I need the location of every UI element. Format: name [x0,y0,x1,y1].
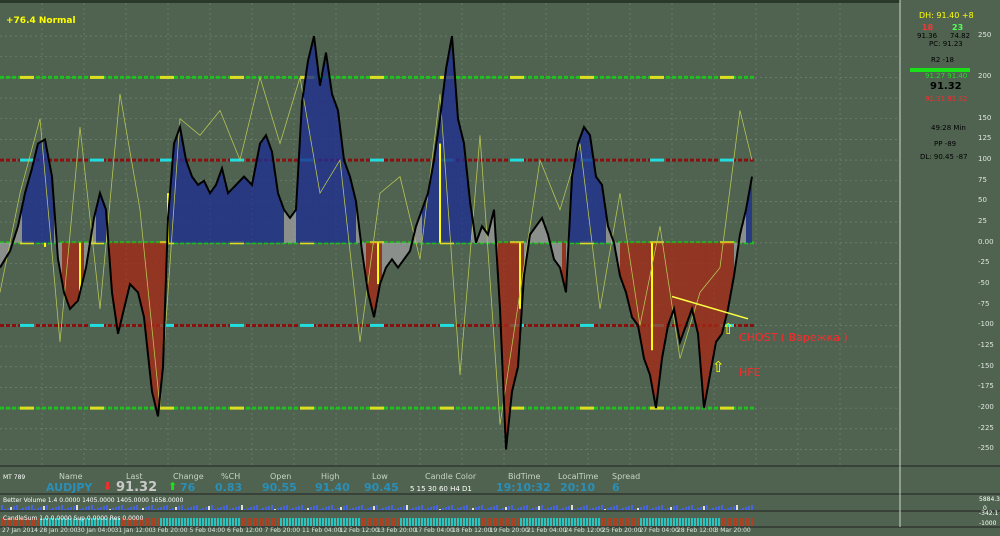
y-tick-label: -150 [978,361,994,370]
y-tick-label: -75 [978,299,990,308]
y-tick-label: 125 [978,134,992,143]
bidtime-value: 19:10:32 [496,481,551,494]
low-value-watch: 90.45 [364,481,399,494]
y-tick-label: 25 [978,217,987,226]
sub2-tick-top: -342.1 [979,510,999,517]
x-tick-label: 3 Mar 20:00 [714,527,751,534]
sub1-label: Better Volume 1.4 0.0000 1405.0000 1405.… [3,497,184,504]
r2-label: R2 -18 [931,56,954,64]
x-tick-label: 3 Feb 20:00 [152,527,188,534]
col-change: Change [173,472,204,481]
chart-canvas [0,0,1000,528]
sub2-tick-bottom: -1000 [979,520,997,527]
y-tick-label: -225 [978,423,994,432]
x-tick-label: 13 Feb 20:00 [377,527,417,534]
x-tick-label: 21 Feb 04:00 [527,527,567,534]
mt-label: MT 789 [3,474,26,481]
candle-timeframes: 5 15 30 60 H4 D1 [410,485,472,493]
x-tick-label: 25 Feb 20:00 [602,527,642,534]
price-label: 91.32 [930,81,962,92]
col-candle: Candle Color [425,472,477,481]
y-tick-label: -175 [978,382,994,391]
high-value-watch: 91.40 [315,481,350,494]
open-value: 90.55 [262,481,297,494]
x-tick-label: 27 Feb 04:00 [639,527,679,534]
x-tick-label: 12 Feb 12:00 [339,527,379,534]
chost-annotation: CHOST ( Варежка ) [739,331,848,344]
x-tick-label: 6 Feb 12:00 [227,527,263,534]
change-value: 76 [180,481,196,494]
x-tick-label: 28 Jan 20:00 [39,527,78,534]
y-tick-label: -100 [978,320,994,329]
x-tick-label: 5 Feb 04:00 [189,527,226,534]
pc-label: PC: 91.23 [929,40,963,48]
y-tick-label: -50 [978,279,990,288]
chart-window: +76.4 Normal DH: 91.40 +8 18 23 91.36 74… [0,0,1000,536]
up-arrow-icon: ⇧ [722,320,735,338]
hfe-annotation: HFE [739,366,761,379]
spread-value: 6 [612,481,620,494]
dh-label: DH: 91.40 +8 [919,11,974,20]
sub2-label: CandleSum 1.0 0.0000 Sup 0.0000 Res 0.00… [3,515,144,522]
high-value: 74.82 [950,32,971,40]
y-tick-label: 100 [978,155,992,164]
y-tick-label: -250 [978,444,994,453]
x-tick-label: 30 Jan 04:00 [77,527,115,534]
pp-label: PP -89 [934,140,957,148]
y-tick-label: -25 [978,258,990,267]
y-tick-label: 150 [978,113,992,122]
y-tick-label: 75 [978,175,987,184]
col-localtime: LocalTime [558,472,599,481]
y-tick-label: 250 [978,31,992,40]
x-tick-label: 27 Jan 2014 [2,527,38,534]
x-tick-label: 11 Feb 04:00 [302,527,342,534]
col-spread: Spread [612,472,641,481]
y-tick-label: -125 [978,341,994,350]
top-strip [0,0,900,3]
green-row: 91.27 91.40 [925,72,968,80]
col-high: High [321,472,340,481]
col-name: Name [59,472,83,481]
col-low: Low [372,472,388,481]
symbol-name[interactable]: AUDJPY [46,482,92,493]
col-pct: %CH [221,472,241,481]
red-row: 91.31 91.32 [925,95,968,103]
x-tick-label: 31 Jan 12:00 [114,527,153,534]
x-tick-label: 7 Feb 20:00 [264,527,301,534]
last-price: 91.32 [116,480,158,495]
x-tick-label: 17 Feb 04:00 [414,527,454,534]
localtime-value: 20:10 [560,481,596,494]
up-arrow-icon: ⬆ [168,480,178,493]
indicator-label: +76.4 Normal [6,16,76,26]
x-tick-label: 28 Feb 12:00 [677,527,717,534]
sub1-tick-top: 5884.3 [979,496,1000,503]
y-tick-label: 50 [978,196,987,205]
count-green: 23 [952,23,964,32]
x-tick-label: 24 Feb 12:00 [564,527,604,534]
x-tick-label: 19 Feb 20:00 [489,527,529,534]
y-tick-label: -200 [978,403,994,412]
low-value: 91.36 [917,32,938,40]
col-bidtime: BidTime [508,472,541,481]
y-tick-label: 0.00 [978,237,994,246]
x-tick-label: 18 Feb 12:00 [452,527,492,534]
timer-label: 49:28 Min [931,124,966,132]
pct-value: 0.83 [215,481,243,494]
down-arrow-icon: ⬇ [103,480,113,493]
up-arrow-icon: ⇧ [712,358,725,376]
dl-label: DL: 90.45 -87 [920,153,968,161]
col-open: Open [270,472,292,481]
count-red: 18 [922,23,934,32]
y-tick-label: 200 [978,72,992,81]
